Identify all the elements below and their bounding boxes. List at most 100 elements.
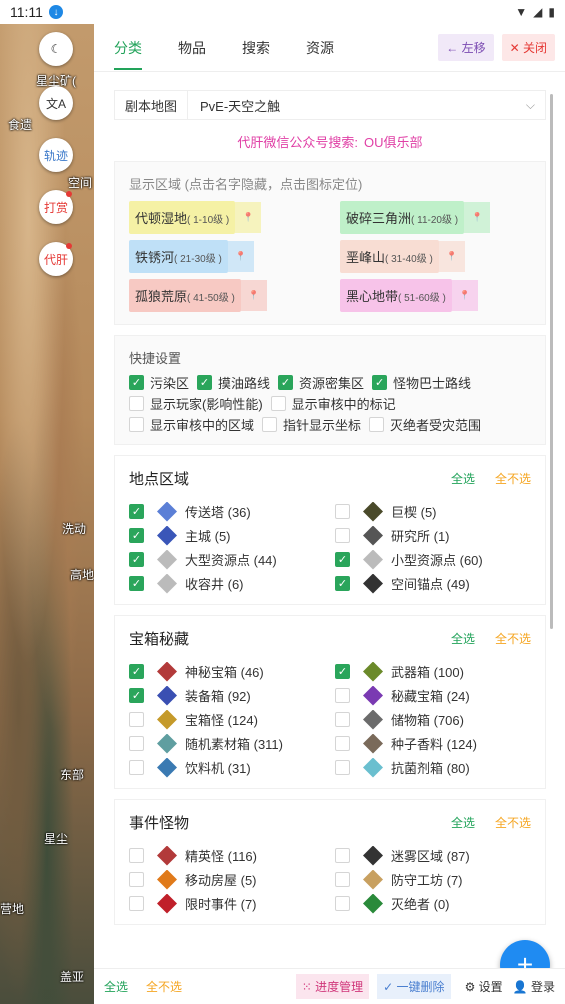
checkbox[interactable] [335, 736, 350, 751]
checkbox-checked[interactable]: ✓ [129, 688, 144, 703]
region-name[interactable]: 孤狼荒原( 41-50级 ) [129, 279, 241, 312]
category-item[interactable]: 巨楔 (5) [335, 501, 531, 522]
region-name[interactable]: 铁锈河( 21-30级 ) [129, 240, 228, 273]
settings-button[interactable]: ⚙ 设置 [465, 978, 503, 995]
quick-setting-item[interactable]: 显示玩家(影响性能) [129, 396, 263, 412]
checkbox[interactable] [335, 504, 350, 519]
close-button[interactable]: ✕ 关闭 [501, 34, 555, 61]
quick-setting-item[interactable]: 显示审核中的标记 [270, 396, 396, 412]
checkbox[interactable] [129, 712, 144, 727]
tab-search[interactable]: 搜索 [242, 24, 270, 72]
checkbox[interactable] [129, 848, 144, 863]
select-all-link[interactable]: 全选 [451, 630, 475, 647]
checkbox-checked[interactable]: ✓ [278, 375, 294, 390]
map-select[interactable]: 剧本地图 PvE-天空之触 ⌵ [114, 90, 546, 120]
category-item[interactable]: 迷雾区域 (87) [335, 845, 531, 866]
checkbox[interactable] [262, 417, 278, 432]
select-none-link[interactable]: 全不选 [495, 630, 531, 647]
tab-items[interactable]: 物品 [178, 24, 206, 72]
checkbox[interactable] [129, 896, 144, 911]
move-left-button[interactable]: ← 左移 [438, 34, 494, 61]
category-item[interactable]: 精英怪 (116) [129, 845, 325, 866]
checkbox[interactable] [335, 528, 350, 543]
checkbox[interactable] [335, 688, 350, 703]
checkbox[interactable] [129, 872, 144, 887]
scrollbar[interactable] [550, 94, 553, 629]
category-item[interactable]: 防守工坊 (7) [335, 869, 531, 890]
category-item[interactable]: 储物箱 (706) [335, 709, 531, 730]
checkbox[interactable] [369, 417, 385, 432]
category-item[interactable]: 秘藏宝箱 (24) [335, 685, 531, 706]
checkbox-checked[interactable]: ✓ [335, 576, 350, 591]
select-none-button[interactable]: 全不选 [146, 978, 182, 995]
progress-button[interactable]: ⁙ 进度管理 [295, 974, 370, 999]
checkbox-checked[interactable]: ✓ [129, 576, 144, 591]
select-none-link[interactable]: 全不选 [495, 814, 531, 831]
category-item[interactable]: 限时事件 (7) [129, 893, 325, 914]
region-name[interactable]: 垩峰山( 31-40级 ) [340, 240, 439, 273]
game-map[interactable]: 星尘矿( 食遗 空间 洗动 高地 东部 星尘 营地 盖亚 ☾ 文A 轨迹 打赏 … [0, 24, 94, 1004]
category-item[interactable]: ✓ 主城 (5) [129, 525, 325, 546]
category-item[interactable]: ✓ 传送塔 (36) [129, 501, 325, 522]
checkbox[interactable] [335, 896, 350, 911]
checkbox-checked[interactable]: ✓ [129, 375, 144, 390]
checkbox-checked[interactable]: ✓ [335, 552, 350, 567]
category-item[interactable]: ✓ 装备箱 (92) [129, 685, 325, 706]
login-button[interactable]: 👤 登录 [513, 978, 555, 995]
tab-category[interactable]: 分类 [114, 24, 142, 72]
quick-setting-item[interactable]: 指针显示坐标 [262, 417, 361, 433]
select-none-link[interactable]: 全不选 [495, 470, 531, 487]
checkbox[interactable] [129, 417, 144, 432]
select-all-link[interactable]: 全选 [451, 814, 475, 831]
category-item[interactable]: ✓ 空间锚点 (49) [335, 573, 531, 594]
location-pin-icon[interactable]: 📍 [451, 280, 478, 311]
category-item[interactable]: 饮料机 (31) [129, 757, 325, 778]
category-item[interactable]: 研究所 (1) [335, 525, 531, 546]
region-name[interactable]: 黑心地带( 51-60级 ) [340, 279, 452, 312]
region-name[interactable]: 代顿湿地( 1-10级 ) [129, 201, 236, 234]
delete-all-button[interactable]: ✓ 一键删除 [377, 974, 451, 999]
checkbox[interactable] [129, 736, 144, 751]
category-item[interactable]: ✓ 神秘宝箱 (46) [129, 661, 325, 682]
quick-setting-item[interactable]: 显示审核中的区域 [129, 417, 254, 433]
region-name[interactable]: 破碎三角洲( 11-20级 ) [340, 201, 465, 234]
location-pin-icon[interactable]: 📍 [240, 280, 267, 311]
translate-button[interactable]: 文A [39, 86, 73, 120]
checkbox[interactable] [335, 872, 350, 887]
night-mode-button[interactable]: ☾ [39, 32, 73, 66]
select-all-link[interactable]: 全选 [451, 470, 475, 487]
tab-resources[interactable]: 资源 [306, 24, 334, 72]
checkbox-checked[interactable]: ✓ [129, 552, 144, 567]
quick-setting-item[interactable]: ✓ 摸油路线 [197, 375, 270, 391]
checkbox[interactable] [129, 760, 144, 775]
category-item[interactable]: 宝箱怪 (124) [129, 709, 325, 730]
category-item[interactable]: ✓ 大型资源点 (44) [129, 549, 325, 570]
quick-setting-item[interactable]: 灭绝者受灾范围 [369, 417, 481, 433]
proxy-button[interactable]: 代肝 [39, 242, 73, 276]
reward-button[interactable]: 打赏 [39, 190, 73, 224]
checkbox[interactable] [335, 848, 350, 863]
category-item[interactable]: 随机素材箱 (311) [129, 733, 325, 754]
checkbox-checked[interactable]: ✓ [197, 375, 213, 390]
checkbox-checked[interactable]: ✓ [335, 664, 350, 679]
quick-setting-item[interactable]: ✓ 污染区 [129, 375, 189, 391]
category-item[interactable]: ✓ 武器箱 (100) [335, 661, 531, 682]
checkbox[interactable] [335, 760, 350, 775]
select-all-button[interactable]: 全选 [104, 978, 128, 995]
category-item[interactable]: ✓ 小型资源点 (60) [335, 549, 531, 570]
checkbox[interactable] [335, 712, 350, 727]
category-item[interactable]: 抗菌剂箱 (80) [335, 757, 531, 778]
checkbox-checked[interactable]: ✓ [372, 375, 388, 390]
track-button[interactable]: 轨迹 [39, 138, 73, 172]
checkbox-checked[interactable]: ✓ [129, 664, 144, 679]
checkbox[interactable] [129, 396, 144, 411]
checkbox-checked[interactable]: ✓ [129, 528, 144, 543]
category-item[interactable]: 移动房屋 (5) [129, 869, 325, 890]
quick-setting-item[interactable]: ✓ 资源密集区 [278, 375, 364, 391]
location-pin-icon[interactable]: 📍 [464, 202, 491, 233]
checkbox[interactable] [270, 396, 286, 411]
quick-setting-item[interactable]: ✓ 怪物巴士路线 [372, 375, 471, 391]
category-item[interactable]: 灭绝者 (0) [335, 893, 531, 914]
category-item[interactable]: 种子香料 (124) [335, 733, 531, 754]
category-item[interactable]: ✓ 收容井 (6) [129, 573, 325, 594]
